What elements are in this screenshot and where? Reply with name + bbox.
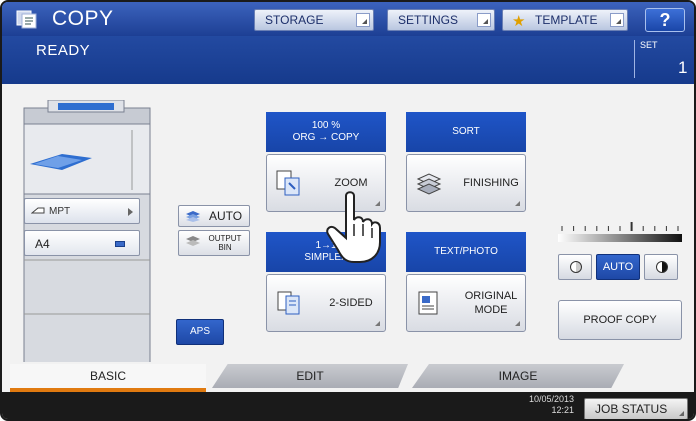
output-bin-icon (186, 236, 200, 246)
tab-edit[interactable]: EDIT (212, 364, 408, 388)
expand-icon (515, 201, 520, 206)
zoom-status-header: 100 % ORG → COPY (266, 112, 386, 152)
divider (634, 40, 635, 78)
set-label: SET (640, 40, 658, 50)
tab-basic[interactable]: BASIC (10, 364, 206, 388)
auto-label: AUTO (209, 209, 243, 223)
original-mode-button[interactable]: ORIGINAL MODE (406, 274, 526, 332)
sort-status-header: SORT (406, 112, 526, 152)
density-auto-button[interactable]: AUTO (596, 254, 640, 280)
density-ticks (561, 222, 679, 231)
expand-icon (477, 13, 491, 27)
output-bin-button[interactable]: OUTPUT BIN (178, 230, 250, 256)
storage-label: STORAGE (265, 13, 324, 27)
date-text: 10/05/2013 (528, 394, 574, 404)
zoom-ratio-sub: ORG → COPY (292, 132, 360, 143)
expand-icon (679, 411, 684, 416)
paper-icon (115, 241, 125, 247)
density-lighter-button[interactable] (558, 254, 592, 280)
two-sided-button[interactable]: 2-SIDED (266, 274, 386, 332)
two-sided-label: 2-SIDED (329, 297, 373, 309)
star-icon: ★ (512, 13, 526, 30)
auto-source-button[interactable]: AUTO (178, 205, 250, 227)
finishing-icon (416, 173, 442, 195)
app-title: COPY (52, 7, 114, 30)
arrow-right-icon (128, 208, 133, 216)
paper-tray-button[interactable]: A4 (24, 230, 140, 256)
template-button[interactable]: ★ TEMPLATE (502, 9, 628, 31)
zoom-ratio: 100 % (311, 120, 341, 131)
settings-button[interactable]: SETTINGS (387, 9, 495, 31)
time-text: 12:21 (551, 405, 574, 415)
two-sided-icon (277, 291, 300, 315)
job-status-button[interactable]: JOB STATUS (584, 398, 688, 419)
expand-icon (515, 321, 520, 326)
sort-mode: SORT (452, 126, 480, 137)
mpt-tray-button[interactable]: MPT (24, 198, 140, 224)
datetime: 10/05/2013 12:21 (522, 394, 574, 416)
original-mode-status-header: TEXT/PHOTO (406, 232, 526, 272)
proof-copy-button[interactable]: PROOF COPY (558, 300, 682, 340)
zoom-icon (276, 170, 300, 196)
mpt-label: MPT (49, 206, 71, 217)
copier-icon (16, 10, 37, 29)
finishing-label: FINISHING (463, 177, 519, 189)
tab-image[interactable]: IMAGE (412, 364, 624, 388)
darker-icon (656, 261, 668, 273)
paper-stack-icon (186, 211, 200, 222)
settings-label: SETTINGS (398, 13, 459, 27)
copy-screen: COPY STORAGE SETTINGS ★ TEMPLATE ? READY… (0, 0, 696, 421)
top-bar: COPY STORAGE SETTINGS ★ TEMPLATE ? (2, 2, 694, 36)
aps-button[interactable]: APS (176, 319, 224, 345)
finishing-button[interactable]: FINISHING (406, 154, 526, 212)
pointing-hand-icon (326, 191, 381, 263)
output-bin-label: OUTPUT BIN (208, 234, 242, 252)
original-mode-label: ORIGINAL MODE (464, 290, 518, 316)
copy-count: 1 (678, 58, 688, 77)
document-icon (418, 291, 438, 315)
expand-icon (610, 13, 624, 27)
density-scale (558, 222, 682, 242)
job-status-label: JOB STATUS (595, 402, 668, 416)
original-mode-value: TEXT/PHOTO (434, 246, 498, 257)
expand-icon (356, 13, 370, 27)
tray-icon (31, 207, 45, 214)
tray-size-label: A4 (35, 237, 50, 251)
header: COPY STORAGE SETTINGS ★ TEMPLATE ? READY… (2, 2, 694, 84)
lighter-icon (570, 261, 582, 273)
storage-button[interactable]: STORAGE (254, 9, 374, 31)
expand-icon (375, 321, 380, 326)
density-darker-button[interactable] (644, 254, 678, 280)
help-button[interactable]: ? (645, 8, 685, 32)
status-text: READY (36, 42, 91, 59)
template-label: TEMPLATE (535, 13, 598, 27)
